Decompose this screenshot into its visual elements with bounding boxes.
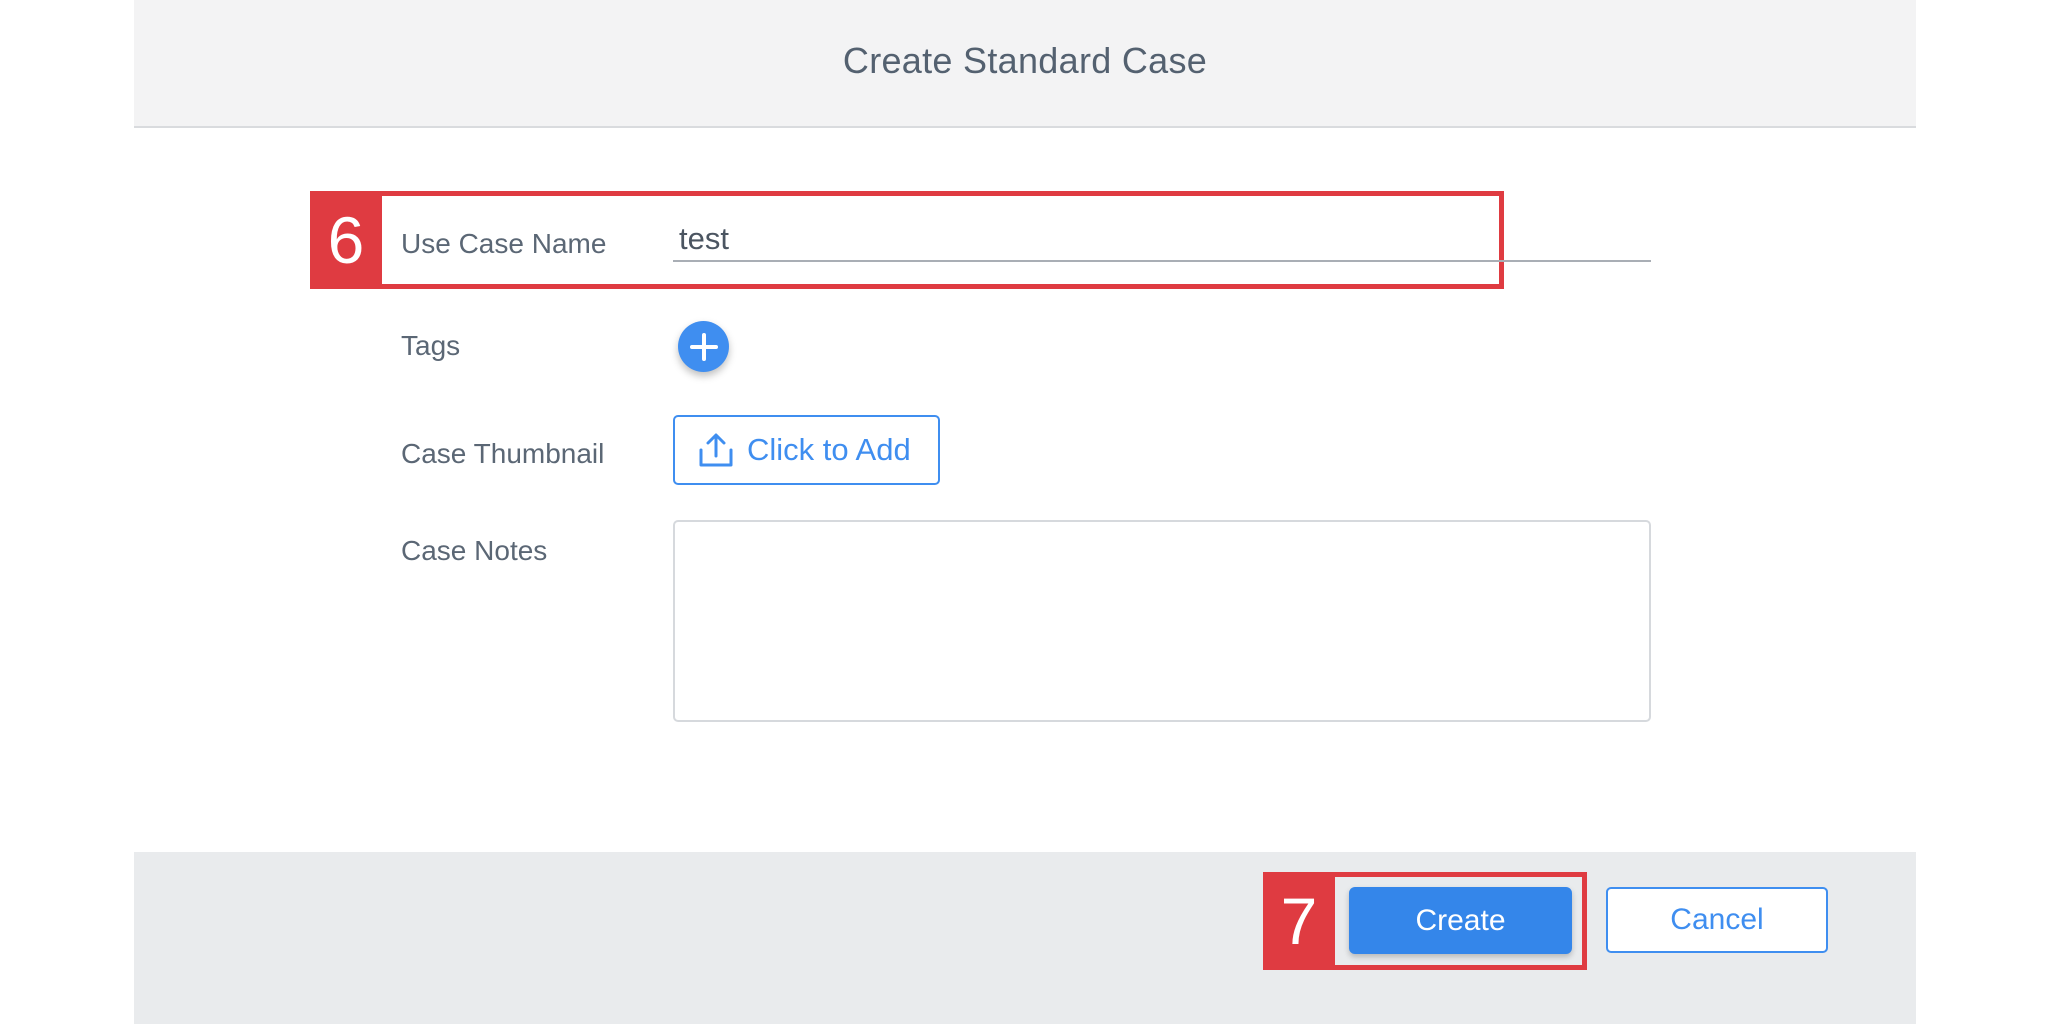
plus-icon (689, 332, 718, 361)
use-case-name-label: Use Case Name (401, 228, 607, 259)
annotation-badge-step-7: 7 (1263, 872, 1335, 970)
case-notes-label: Case Notes (401, 535, 548, 566)
use-case-name-input[interactable] (673, 218, 1651, 262)
case-notes-textarea[interactable] (673, 520, 1651, 722)
add-thumbnail-button[interactable]: Click to Add (673, 415, 940, 485)
tags-label: Tags (401, 330, 461, 361)
upload-icon (699, 433, 733, 467)
dialog-header: Create Standard Case (134, 0, 1916, 128)
create-case-dialog: Create Standard Case 6 Use Case Name Tag… (134, 0, 1916, 1024)
add-thumbnail-label: Click to Add (747, 432, 911, 467)
add-tag-button[interactable] (678, 321, 729, 372)
case-thumbnail-label: Case Thumbnail (401, 438, 605, 469)
annotation-badge-step-6: 6 (310, 191, 382, 289)
page: Create Standard Case 6 Use Case Name Tag… (0, 0, 2048, 1024)
cancel-button[interactable]: Cancel (1606, 887, 1828, 953)
create-button[interactable]: Create (1349, 887, 1572, 954)
dialog-title: Create Standard Case (842, 40, 1208, 81)
